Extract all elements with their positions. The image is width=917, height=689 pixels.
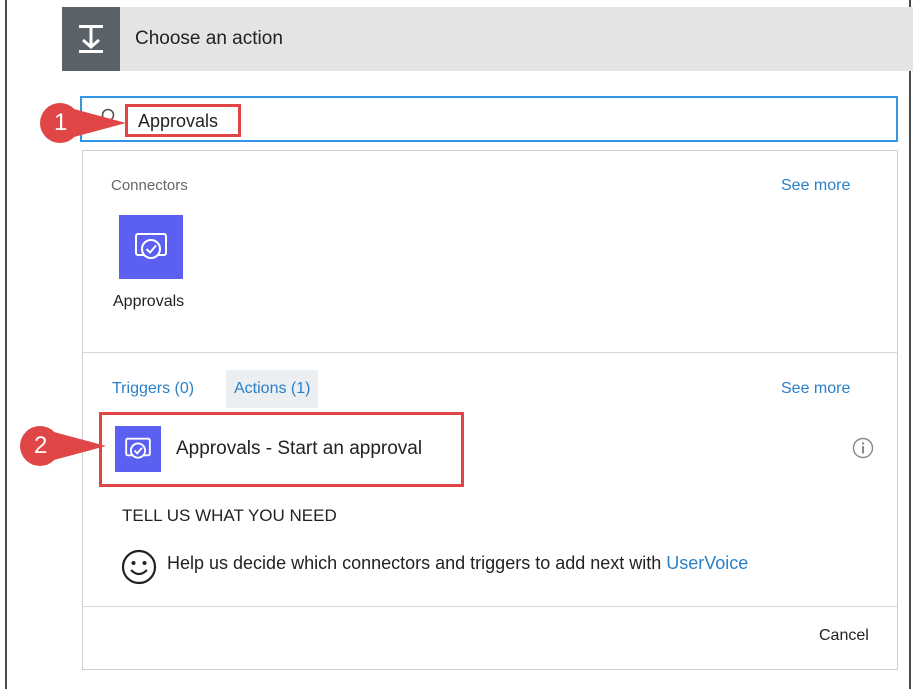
search-input[interactable]	[125, 104, 241, 137]
flow-step-icon	[62, 7, 120, 71]
approvals-icon	[135, 233, 167, 259]
feedback-text: Help us decide which connectors and trig…	[167, 553, 748, 574]
connector-approvals-label: Approvals	[113, 293, 185, 310]
approvals-icon	[115, 426, 161, 472]
connector-approvals-tile[interactable]	[119, 215, 183, 279]
callout-number-1: 1	[54, 109, 68, 136]
results-panel	[82, 150, 898, 670]
header-title: Choose an action	[135, 28, 283, 49]
tab-triggers[interactable]: Triggers (0)	[104, 370, 202, 408]
feedback-message: Help us decide which connectors and trig…	[167, 553, 667, 573]
cancel-button[interactable]: Cancel	[819, 627, 869, 645]
tab-actions[interactable]: Actions (1)	[226, 370, 319, 408]
divider	[82, 352, 898, 353]
connectors-see-more-link[interactable]: See more	[781, 177, 850, 195]
callout-number-2: 2	[34, 432, 48, 459]
info-icon[interactable]	[852, 437, 874, 464]
uservoice-link[interactable]: UserVoice	[666, 553, 748, 573]
actions-see-more-link[interactable]: See more	[781, 380, 850, 398]
divider	[82, 606, 898, 607]
feedback-heading: TELL US WHAT YOU NEED	[122, 506, 337, 525]
callout-marker-2: 2	[18, 424, 108, 473]
smiley-icon	[121, 549, 157, 590]
connectors-label: Connectors	[111, 177, 188, 194]
callout-marker-1: 1	[38, 101, 128, 150]
action-item-label: Approvals - Start an approval	[176, 438, 423, 459]
